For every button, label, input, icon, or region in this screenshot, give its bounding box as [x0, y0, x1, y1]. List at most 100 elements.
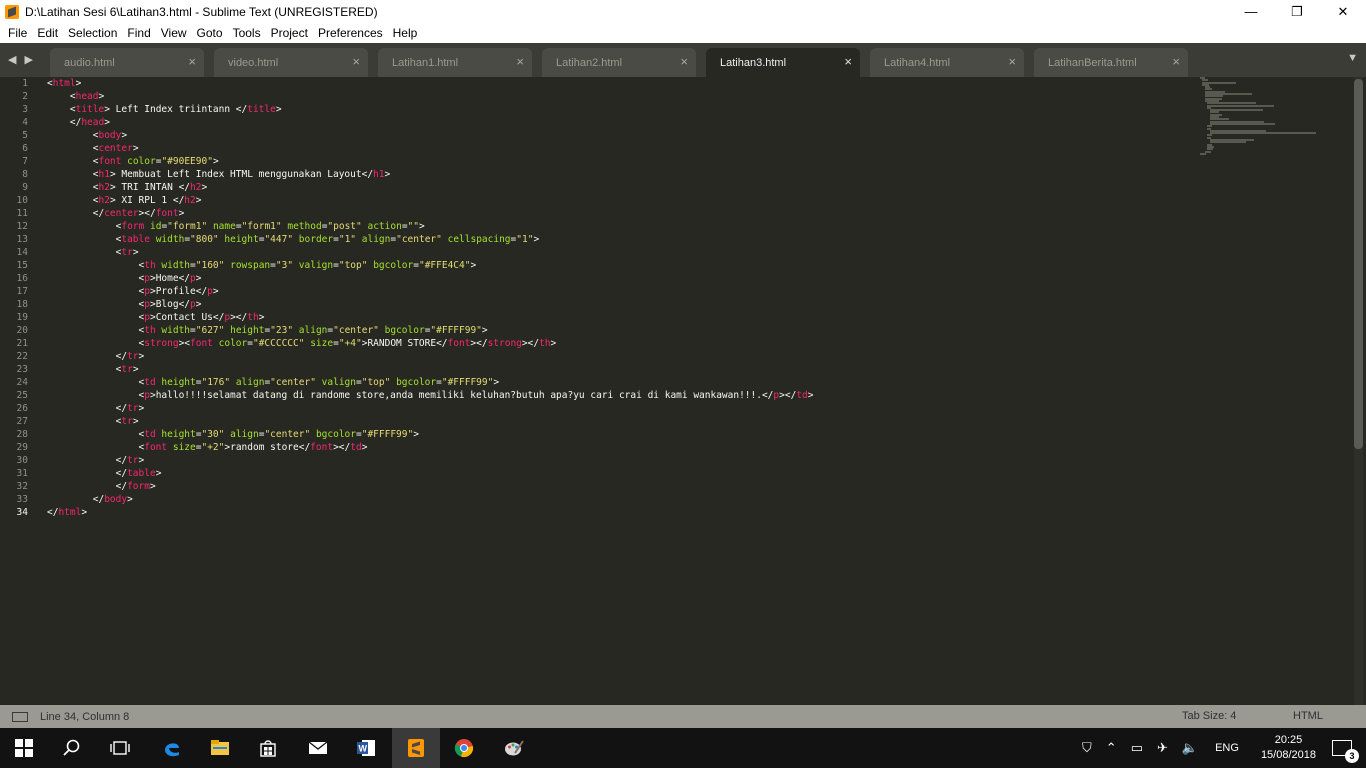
code-line[interactable]: <strong><font color="#CCCCCC" size="+4">…: [47, 337, 1197, 350]
clock-date: 15/08/2018: [1260, 749, 1316, 761]
line-number: 20: [16, 325, 28, 336]
code-line[interactable]: <p>hallo!!!!selamat datang di randome st…: [47, 389, 1197, 402]
menu-preferences[interactable]: Preferences: [313, 23, 388, 43]
menu-view[interactable]: View: [156, 23, 192, 43]
code-line[interactable]: <center>: [47, 142, 1197, 155]
code-line[interactable]: </table>: [47, 467, 1197, 480]
code-line[interactable]: </tr>: [47, 454, 1197, 467]
line-number: 19: [16, 312, 28, 323]
close-button[interactable]: ✕: [1320, 0, 1366, 23]
menu-selection[interactable]: Selection: [63, 23, 122, 43]
line-number: 14: [16, 247, 28, 258]
tab-close-icon[interactable]: ×: [516, 54, 524, 69]
code-line[interactable]: <tr>: [47, 246, 1197, 259]
code-line[interactable]: </tr>: [47, 402, 1197, 415]
code-line[interactable]: </form>: [47, 480, 1197, 493]
tab-close-icon[interactable]: ×: [188, 54, 196, 69]
code-line[interactable]: <th width="160" rowspan="3" valign="top"…: [47, 259, 1197, 272]
tab-back-icon[interactable]: ◀: [8, 53, 16, 66]
taskbar-clock[interactable]: 20:25 15/08/2018: [1261, 733, 1316, 763]
code-line[interactable]: </tr>: [47, 350, 1197, 363]
code-line[interactable]: <font size="+2">random store</font></td>: [47, 441, 1197, 454]
menu-edit[interactable]: Edit: [32, 23, 63, 43]
code-line[interactable]: <th width="627" height="23" align="cente…: [47, 324, 1197, 337]
line-number: 33: [16, 494, 28, 505]
code-line[interactable]: </html>: [47, 506, 1197, 519]
code-line[interactable]: <body>: [47, 129, 1197, 142]
tab-close-icon[interactable]: ×: [1008, 54, 1016, 69]
code-line[interactable]: <head>: [47, 90, 1197, 103]
menu-tools[interactable]: Tools: [228, 23, 266, 43]
code-editor[interactable]: 1 2 3 4 5 6 7 8 9 10 11 12 13 14 15 16 17 18 19 20 21 22 23 24 2…: [0, 77, 1366, 705]
code-line[interactable]: <font color="#90EE90">: [47, 155, 1197, 168]
code-line[interactable]: <html>: [47, 77, 1197, 90]
menu-find[interactable]: Find: [122, 23, 155, 43]
code-line[interactable]: <tr>: [47, 415, 1197, 428]
line-number: 23: [16, 364, 28, 375]
mail-taskbar-button[interactable]: [294, 728, 342, 768]
task-view-icon: [110, 741, 130, 755]
battery-icon[interactable]: ▭: [1131, 740, 1143, 756]
volume-icon[interactable]: 🔈: [1182, 740, 1198, 756]
code-line[interactable]: </center></font>: [47, 207, 1197, 220]
tab-close-icon[interactable]: ×: [352, 54, 360, 69]
tab-latihanberita-html[interactable]: LatihanBerita.html ×: [1034, 48, 1188, 77]
code-line[interactable]: </body>: [47, 493, 1197, 506]
code-line[interactable]: </head>: [47, 116, 1197, 129]
code-line[interactable]: <title> Left Index triintann </title>: [47, 103, 1197, 116]
edge-taskbar-button[interactable]: [148, 728, 196, 768]
tab-list-dropdown-icon[interactable]: ▼: [1347, 52, 1358, 64]
line-number: 22: [16, 351, 28, 362]
code-line[interactable]: <h2> TRI INTAN </h2>: [47, 181, 1197, 194]
task-view-button[interactable]: [96, 728, 144, 768]
tab-forward-icon[interactable]: ▶: [24, 53, 32, 66]
chrome-taskbar-button[interactable]: [440, 728, 488, 768]
code-line[interactable]: <td height="176" align="center" valign="…: [47, 376, 1197, 389]
action-center-icon[interactable]: 3: [1332, 740, 1359, 763]
tab-latihan4-html[interactable]: Latihan4.html ×: [870, 48, 1024, 77]
code-line[interactable]: <h2> XI RPL 1 </h2>: [47, 194, 1197, 207]
word-taskbar-button[interactable]: W: [342, 728, 390, 768]
minimize-button[interactable]: —: [1228, 0, 1274, 23]
tab-label: Latihan3.html: [720, 56, 787, 69]
people-icon[interactable]: ⛉: [1082, 740, 1092, 756]
menu-project[interactable]: Project: [266, 23, 313, 43]
tab-latihan3-html[interactable]: Latihan3.html ×: [706, 48, 860, 77]
code-line[interactable]: <form id="form1" name="form1" method="po…: [47, 220, 1197, 233]
code-line[interactable]: <tr>: [47, 363, 1197, 376]
tab-latihan2-html[interactable]: Latihan2.html ×: [542, 48, 696, 77]
network-icon[interactable]: ✈: [1157, 740, 1168, 756]
maximize-button[interactable]: ❐: [1274, 0, 1320, 23]
vertical-scrollbar-thumb[interactable]: [1354, 79, 1363, 449]
code-line[interactable]: <p>Contact Us</p></th>: [47, 311, 1197, 324]
start-button[interactable]: [0, 728, 48, 768]
menu-goto[interactable]: Goto: [192, 23, 228, 43]
syntax-indicator[interactable]: HTML: [1293, 710, 1323, 722]
code-area[interactable]: <html> <head> <title> Left Index triinta…: [47, 77, 1197, 519]
minimap[interactable]: [1200, 77, 1348, 155]
tab-label: video.html: [228, 56, 279, 69]
code-line[interactable]: <p>Profile</p>: [47, 285, 1197, 298]
paint-taskbar-button[interactable]: [490, 728, 538, 768]
store-taskbar-button[interactable]: [244, 728, 292, 768]
tab-latihan1-html[interactable]: Latihan1.html ×: [378, 48, 532, 77]
tab-size-indicator[interactable]: Tab Size: 4: [1182, 710, 1236, 722]
tab-close-icon[interactable]: ×: [1172, 54, 1180, 69]
input-language[interactable]: ENG: [1215, 742, 1239, 754]
code-line[interactable]: <p>Home</p>: [47, 272, 1197, 285]
code-line[interactable]: <table width="800" height="447" border="…: [47, 233, 1197, 246]
show-hidden-icons-chevron-icon[interactable]: ⌃: [1106, 740, 1117, 756]
code-line[interactable]: <h1> Membuat Left Index HTML menggunakan…: [47, 168, 1197, 181]
code-line[interactable]: <p>Blog</p>: [47, 298, 1197, 311]
search-button[interactable]: [48, 728, 96, 768]
menu-file[interactable]: File: [3, 23, 32, 43]
tab-audio-html[interactable]: audio.html ×: [50, 48, 204, 77]
panel-toggle-icon[interactable]: [12, 711, 28, 722]
file-explorer-taskbar-button[interactable]: [196, 728, 244, 768]
menu-help[interactable]: Help: [388, 23, 423, 43]
tab-close-icon[interactable]: ×: [680, 54, 688, 69]
tab-video-html[interactable]: video.html ×: [214, 48, 368, 77]
tab-close-icon[interactable]: ×: [844, 54, 852, 69]
code-line[interactable]: <td height="30" align="center" bgcolor="…: [47, 428, 1197, 441]
sublime-text-taskbar-button[interactable]: [392, 728, 440, 768]
